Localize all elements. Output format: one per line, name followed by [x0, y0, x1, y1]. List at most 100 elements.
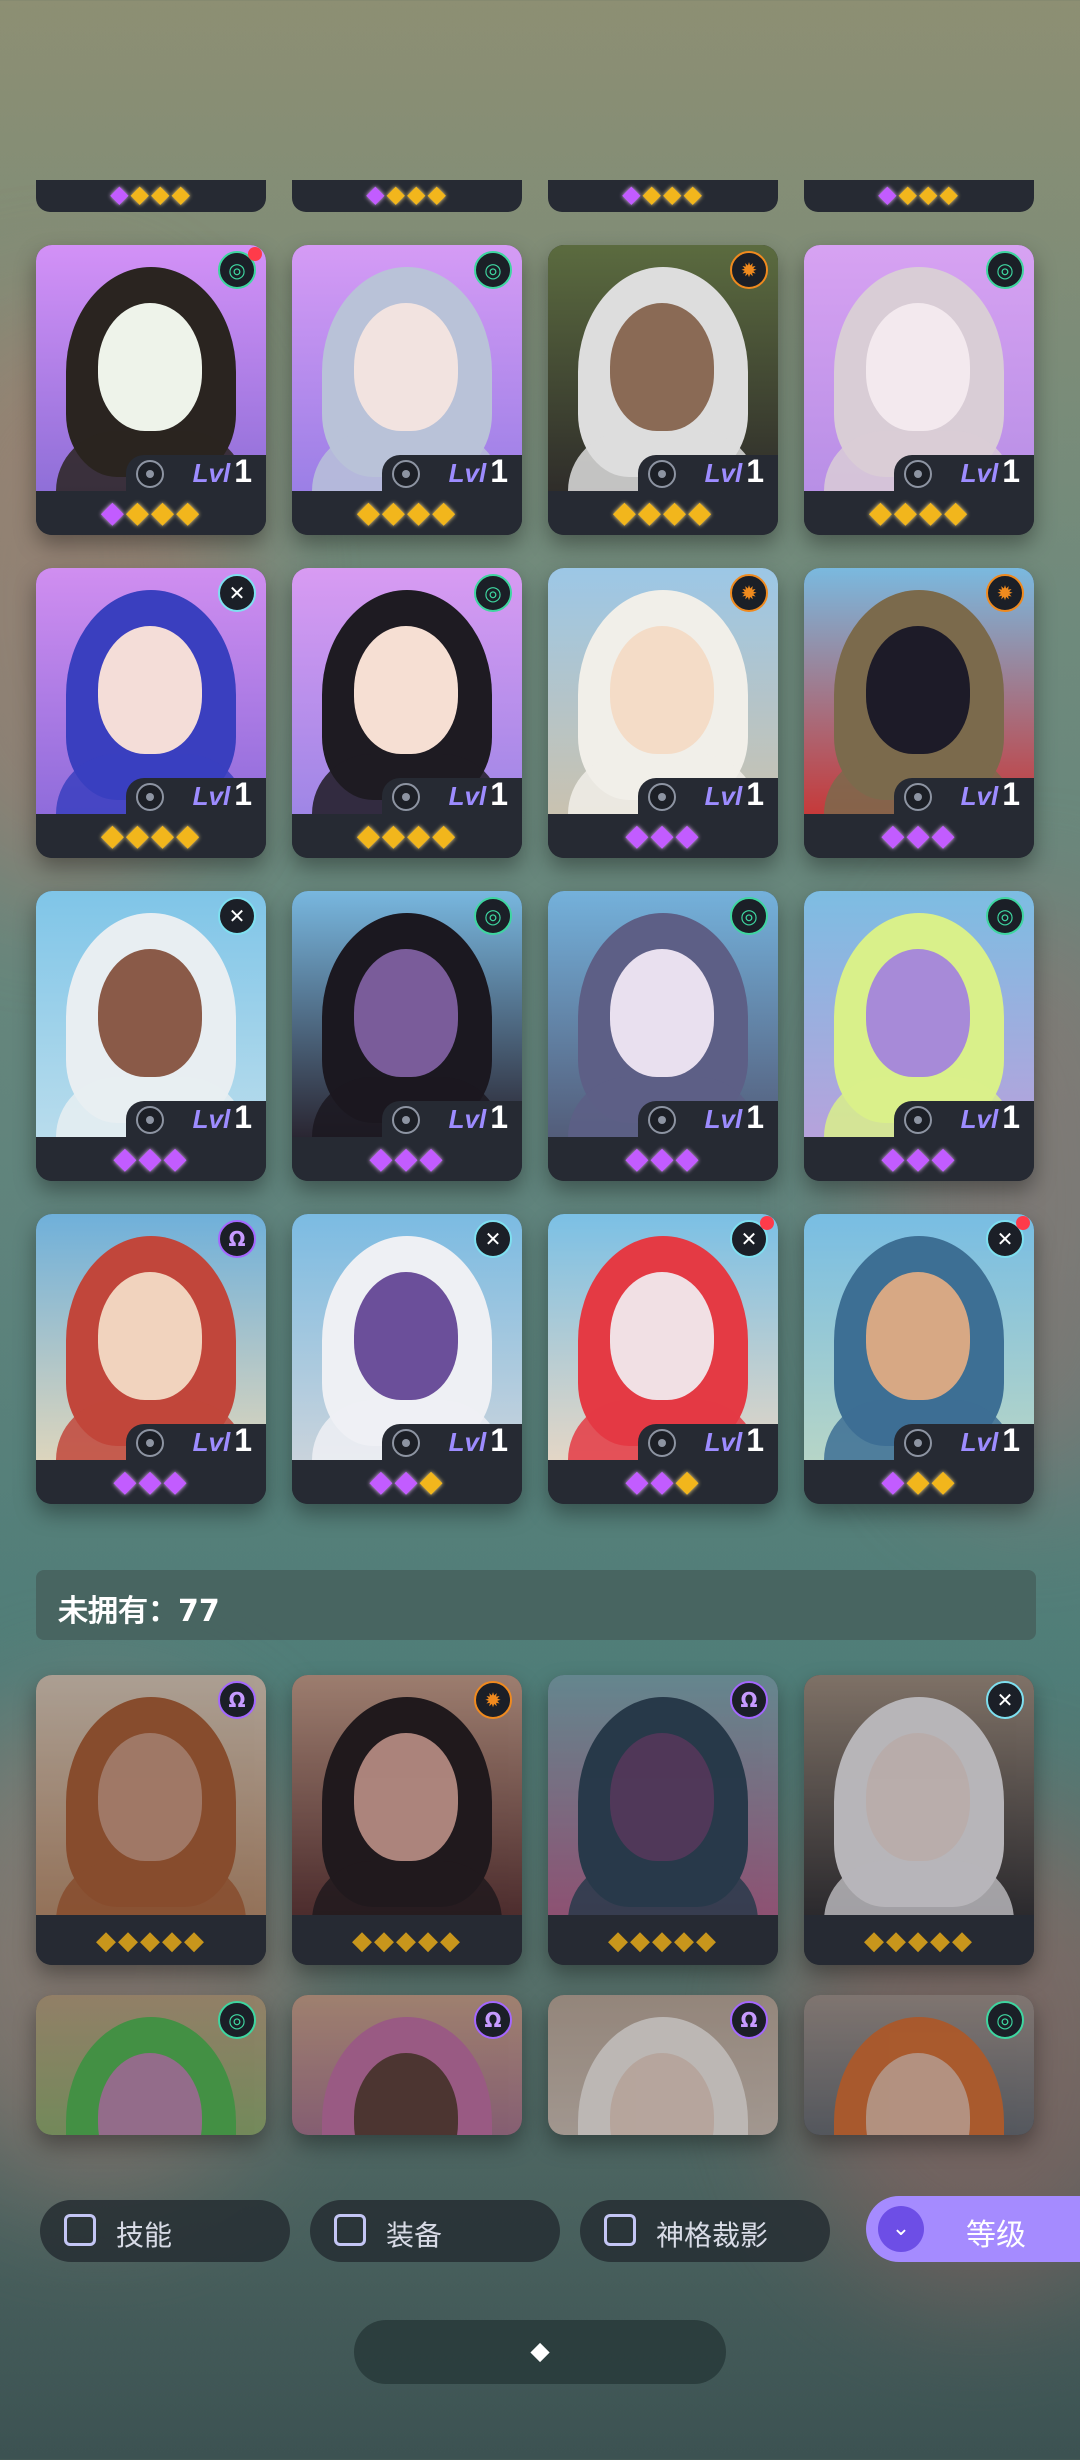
checkbox[interactable]	[604, 2214, 636, 2246]
rarity-gems: ◆◆◆	[548, 820, 778, 852]
swirl-icon: ◎	[986, 2001, 1024, 2039]
hero-card[interactable]: Lvl 1 ◎ ◆◆◆	[804, 891, 1034, 1181]
card-strip-partial[interactable]: ◆◆◆◆	[36, 180, 266, 212]
level-prefix: Lvl	[448, 458, 487, 488]
unowned-section-header: 未拥有：77	[36, 1570, 1036, 1640]
hero-face	[354, 626, 458, 754]
locked-hero-card[interactable]: Ω	[548, 1995, 778, 2135]
filter-equipment-toggle[interactable]: 装备	[310, 2200, 560, 2262]
hero-card[interactable]: Lvl 1 ✕ ◆◆◆	[292, 1214, 522, 1504]
gold-gem-icon: ◆	[630, 1926, 652, 1956]
purple-gem-icon: ◆	[878, 180, 899, 208]
equipment-slot-icon	[904, 460, 932, 488]
level-prefix: Lvl	[704, 1104, 743, 1134]
gold-gem-icon: ◆	[396, 1926, 418, 1956]
gold-gem-icon: ◆	[151, 818, 177, 853]
gold-gem-icon: ◆	[663, 180, 684, 208]
purple-gem-icon: ◆	[110, 180, 131, 208]
rarity-gems: ◆◆◆◆	[292, 820, 522, 852]
hero-card[interactable]: Lvl 1 ◎ ◆◆◆◆	[292, 568, 522, 858]
gold-gem-icon: ◆	[864, 1926, 886, 1956]
equipment-slot-icon	[904, 783, 932, 811]
hero-card[interactable]: Lvl 1 ◎ ◆◆◆	[548, 891, 778, 1181]
equipment-slot-icon	[392, 1106, 420, 1134]
card-strip-partial[interactable]: ◆◆◆◆	[292, 180, 522, 212]
level-value: 1	[234, 776, 252, 812]
gold-gem-icon: ◆	[407, 180, 428, 208]
notification-dot	[1016, 1216, 1030, 1230]
gold-gem-icon: ◆	[125, 495, 151, 530]
gold-gem-icon: ◆	[919, 180, 940, 208]
locked-hero-card[interactable]: ◆◆◆◆◆ Ω	[36, 1675, 266, 1965]
gold-gem-icon: ◆	[652, 1926, 674, 1956]
gold-gem-icon: ◆	[939, 180, 960, 208]
gold-gem-icon: ◆	[386, 180, 407, 208]
hero-level: Lvl 1	[705, 1422, 764, 1459]
hero-card[interactable]: Lvl 1 ✕ ◆◆◆	[804, 1214, 1034, 1504]
filter-skill-toggle[interactable]: 技能	[40, 2200, 290, 2262]
level-prefix: Lvl	[960, 1427, 999, 1457]
equipment-slot-icon	[392, 1429, 420, 1457]
level-prefix: Lvl	[704, 781, 743, 811]
hero-card[interactable]: Lvl 1 ◎ ◆◆◆◆	[36, 245, 266, 535]
gold-gem-icon: ◆	[427, 180, 448, 208]
gold-gem-icon: ◆	[637, 495, 663, 530]
hero-card[interactable]: Lvl 1 ✹ ◆◆◆	[548, 568, 778, 858]
hero-card[interactable]: Lvl 1 ◎ ◆◆◆◆	[804, 245, 1034, 535]
hero-level: Lvl 1	[193, 1422, 252, 1459]
purple-gem-icon: ◆	[931, 1141, 957, 1176]
hero-card[interactable]: Lvl 1 Ω ◆◆◆	[36, 1214, 266, 1504]
equipment-slot-icon	[904, 1106, 932, 1134]
rarity-gems: ◆◆◆	[804, 820, 1034, 852]
gold-gem-icon: ◆	[352, 1926, 374, 1956]
locked-hero-card[interactable]: ◎	[804, 1995, 1034, 2135]
hero-face	[98, 1272, 202, 1400]
rarity-gems: ◆◆◆◆	[804, 497, 1034, 529]
level-value: 1	[1002, 453, 1020, 489]
purple-gem-icon: ◆	[881, 1464, 907, 1499]
checkbox[interactable]	[64, 2214, 96, 2246]
hero-face	[866, 303, 970, 431]
hero-card[interactable]: Lvl 1 ◎ ◆◆◆	[292, 891, 522, 1181]
locked-hero-card[interactable]: Ω	[292, 1995, 522, 2135]
hero-level: Lvl 1	[449, 1099, 508, 1136]
hero-card[interactable]: Lvl 1 ✕ ◆◆◆	[36, 891, 266, 1181]
level-value: 1	[234, 1422, 252, 1458]
card-strip-partial[interactable]: ◆◆◆◆	[548, 180, 778, 212]
hero-face	[866, 626, 970, 754]
equipment-slot-icon	[136, 783, 164, 811]
filter-label: 神格裁影	[656, 2219, 769, 2252]
rarity-gems: ◆◆◆◆◆	[804, 1925, 1034, 1957]
hero-card[interactable]: Lvl 1 ✕ ◆◆◆◆	[36, 568, 266, 858]
locked-hero-card[interactable]: ◆◆◆◆◆ ✕	[804, 1675, 1034, 1965]
level-value: 1	[1002, 1422, 1020, 1458]
locked-hero-card[interactable]: ◆◆◆◆◆ Ω	[548, 1675, 778, 1965]
rarity-gems: ◆◆◆◆◆	[548, 1925, 778, 1957]
locked-hero-card[interactable]: ◆◆◆◆◆ ✹	[292, 1675, 522, 1965]
gold-gem-icon: ◆	[356, 495, 382, 530]
collapse-panel-button[interactable]: ⬥	[354, 2320, 726, 2384]
unowned-count-label: 未拥有：77	[58, 1594, 220, 1629]
locked-hero-card[interactable]: ◎	[36, 1995, 266, 2135]
hero-face	[866, 1733, 970, 1861]
swirl-icon: ◎	[474, 574, 512, 612]
swirl-icon: ◎	[218, 2001, 256, 2039]
hero-card[interactable]: Lvl 1 ✕ ◆◆◆	[548, 1214, 778, 1504]
hero-card[interactable]: Lvl 1 ✹ ◆◆◆	[804, 568, 1034, 858]
swirl-icon: ◎	[474, 897, 512, 935]
hero-level: Lvl 1	[705, 453, 764, 490]
level-value: 1	[490, 1422, 508, 1458]
filter-label: 技能	[116, 2219, 173, 2252]
checkbox[interactable]	[334, 2214, 366, 2246]
filter-label: 装备	[386, 2219, 443, 2252]
equipment-slot-icon	[648, 1106, 676, 1134]
gold-gem-icon: ◆	[908, 1926, 930, 1956]
hero-face	[866, 1272, 970, 1400]
notification-dot	[760, 1216, 774, 1230]
card-strip-partial[interactable]: ◆◆◆◆	[804, 180, 1034, 212]
sort-by-level-button[interactable]: ⌄ 等级	[866, 2196, 1080, 2262]
purple-gem-icon: ◆	[138, 1141, 164, 1176]
hero-card[interactable]: Lvl 1 ◎ ◆◆◆◆	[292, 245, 522, 535]
hero-card[interactable]: Lvl 1 ✹ ◆◆◆◆	[548, 245, 778, 535]
filter-divine-shadow-toggle[interactable]: 神格裁影	[580, 2200, 830, 2262]
